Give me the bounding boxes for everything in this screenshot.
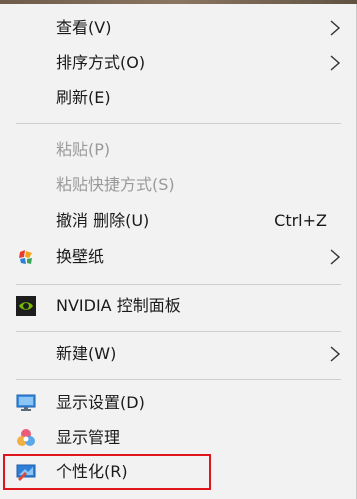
menu-item-label: 显示管理 bbox=[56, 428, 121, 447]
menu-item-view[interactable]: 查看(V) bbox=[0, 10, 357, 46]
chevron-right-icon bbox=[330, 346, 341, 362]
menu-item-change-wallpaper[interactable]: 换壁纸 bbox=[0, 239, 357, 275]
menu-separator bbox=[16, 123, 341, 124]
menu-separator bbox=[16, 379, 341, 380]
menu-item-display-manager[interactable]: 显示管理 bbox=[0, 420, 357, 456]
chevron-right-icon bbox=[330, 249, 341, 265]
menu-item-label: 撤消 删除(U) bbox=[56, 211, 150, 230]
wallpaper-app-icon bbox=[16, 247, 36, 267]
menu-item-sort-by[interactable]: 排序方式(O) bbox=[0, 45, 357, 81]
highlight-box bbox=[3, 454, 211, 490]
chevron-right-icon bbox=[330, 55, 341, 71]
menu-item-undo-delete[interactable]: 撤消 删除(U) Ctrl+Z bbox=[0, 203, 357, 239]
menu-item-label: 粘贴快捷方式(S) bbox=[56, 175, 175, 194]
menu-item-paste[interactable]: 粘贴(P) bbox=[0, 132, 357, 168]
desktop-context-menu: 查看(V) 排序方式(O) 刷新(E) 粘贴(P) 粘贴快捷方式(S) 撤消 删… bbox=[0, 0, 357, 499]
menu-item-label: 排序方式(O) bbox=[56, 53, 146, 72]
menu-item-display-settings[interactable]: 显示设置(D) bbox=[0, 385, 357, 421]
wallpaper-edge bbox=[0, 0, 357, 4]
menu-item-label: 查看(V) bbox=[56, 18, 112, 37]
menu-item-new[interactable]: 新建(W) bbox=[0, 336, 357, 372]
shortcut-text: Ctrl+Z bbox=[274, 211, 327, 230]
menu-separator bbox=[16, 284, 341, 285]
nvidia-icon bbox=[16, 296, 36, 316]
display-settings-icon bbox=[16, 393, 36, 413]
menu-item-nvidia-control-panel[interactable]: NVIDIA 控制面板 bbox=[0, 288, 357, 324]
menu-item-label: 刷新(E) bbox=[56, 88, 111, 107]
menu-item-label: NVIDIA 控制面板 bbox=[56, 296, 181, 315]
menu-item-label: 粘贴(P) bbox=[56, 140, 111, 159]
menu-item-label: 新建(W) bbox=[56, 344, 117, 363]
menu-item-label: 换壁纸 bbox=[56, 247, 105, 266]
display-manager-icon bbox=[16, 428, 36, 448]
menu-item-refresh[interactable]: 刷新(E) bbox=[0, 80, 357, 116]
menu-item-paste-shortcut[interactable]: 粘贴快捷方式(S) bbox=[0, 167, 357, 203]
menu-separator bbox=[16, 331, 341, 332]
chevron-right-icon bbox=[330, 20, 341, 36]
menu-item-label: 显示设置(D) bbox=[56, 393, 145, 412]
